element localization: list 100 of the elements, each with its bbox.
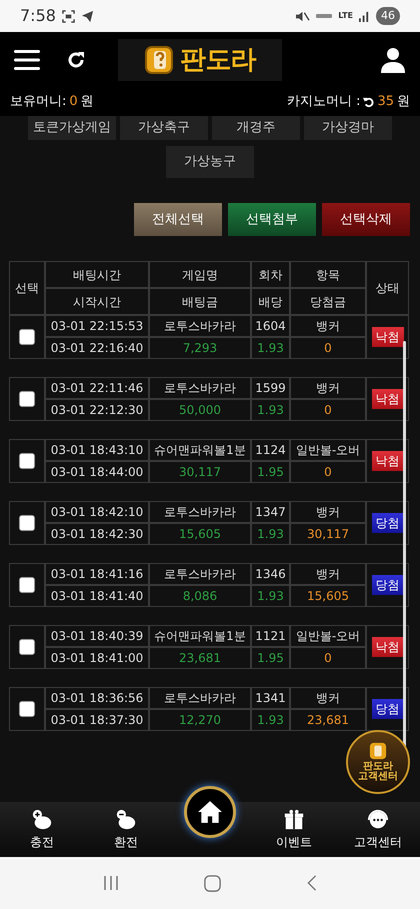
table-cell: 30,117	[149, 461, 251, 483]
category-tab[interactable]: 토큰가상게임	[28, 116, 116, 140]
table-cell: 일반볼-오버	[290, 439, 366, 461]
table-cell: 03-01 18:41:40	[45, 585, 149, 607]
question-box-icon	[369, 742, 387, 760]
checkbox[interactable]	[19, 329, 35, 345]
column-header: 시작시간	[45, 288, 149, 315]
table-cell: 03-01 22:15:53	[45, 315, 149, 337]
checkbox[interactable]	[19, 639, 35, 655]
table-cell: 1.93	[251, 337, 290, 359]
nav-item[interactable]: 환전	[84, 802, 168, 857]
mute-icon	[295, 10, 310, 22]
refresh-icon[interactable]	[66, 50, 86, 70]
checkbox[interactable]	[19, 515, 35, 531]
table-cell: 뱅커	[290, 687, 366, 709]
casino-money-amount: 35	[377, 93, 394, 112]
table-cell: 15,605	[149, 523, 251, 545]
status-badge: 낙첨	[372, 451, 404, 471]
table-cell: 1.93	[251, 585, 290, 607]
category-tab[interactable]: 가상농구	[166, 146, 254, 178]
category-tab[interactable]: 가상축구	[120, 116, 208, 140]
recent-apps-icon[interactable]	[102, 874, 120, 892]
battery-level: 46	[376, 6, 400, 26]
status-badge: 낙첨	[372, 637, 404, 657]
balance-label: 보유머니:	[10, 93, 66, 112]
status-badge: 당첨	[372, 699, 404, 719]
home-button[interactable]	[184, 786, 236, 838]
table-cell: 7,293	[149, 337, 251, 359]
support-badge[interactable]: 판도라 고객센터	[346, 730, 410, 794]
nav-item[interactable]: 이벤트	[252, 802, 336, 857]
table-cell: 로투스바카라	[149, 377, 251, 399]
table-cell: 23,681	[290, 709, 366, 731]
checkbox[interactable]	[19, 701, 35, 717]
gift-icon	[283, 808, 305, 830]
status-badge: 당첨	[372, 513, 404, 533]
table-cell: 1121	[251, 625, 290, 647]
table-cell: 뱅커	[290, 377, 366, 399]
table-cell: 0	[290, 399, 366, 421]
checkbox[interactable]	[19, 391, 35, 407]
headset-chat-icon	[367, 808, 389, 830]
table-cell: 03-01 18:42:10	[45, 501, 149, 523]
table-cell: 뱅커	[290, 501, 366, 523]
checkbox[interactable]	[19, 577, 35, 593]
casino-money-label: 카지노머니 :	[286, 93, 360, 112]
attach-button[interactable]: 선택첨부	[228, 203, 316, 236]
signal-icon	[359, 10, 370, 22]
table-cell: 1599	[251, 377, 290, 399]
home-icon[interactable]	[202, 874, 222, 892]
column-header: 항목	[290, 261, 366, 288]
nav-item[interactable]: 충전	[0, 802, 84, 857]
column-header: 배당	[251, 288, 290, 315]
table-cell: 03-01 18:41:16	[45, 563, 149, 585]
home-icon	[197, 799, 223, 825]
column-header: 상태	[366, 261, 409, 315]
table-cell: 03-01 18:42:30	[45, 523, 149, 545]
table-cell: 0	[290, 461, 366, 483]
screenshot-icon	[62, 10, 75, 22]
table-cell: 15,605	[290, 585, 366, 607]
logo[interactable]: 판도라	[118, 39, 282, 81]
table-cell: 1346	[251, 563, 290, 585]
piggy-bank-minus-icon	[115, 808, 137, 830]
category-tab[interactable]: 가상경마	[304, 116, 392, 140]
table-cell: 뱅커	[290, 315, 366, 337]
table-cell: 03-01 18:36:56	[45, 687, 149, 709]
currency-unit: 원	[397, 93, 410, 112]
table-cell: 1.95	[251, 647, 290, 669]
select-all-button[interactable]: 전체선택	[134, 203, 222, 236]
table-cell: 1604	[251, 315, 290, 337]
table-cell: 일반볼-오버	[290, 625, 366, 647]
refresh-icon[interactable]	[363, 96, 374, 108]
currency-unit: 원	[80, 93, 94, 112]
user-icon[interactable]	[380, 47, 406, 73]
table-cell: 03-01 18:41:00	[45, 647, 149, 669]
table-cell: 03-01 18:40:39	[45, 625, 149, 647]
delete-button[interactable]: 선택삭제	[322, 203, 410, 236]
category-tab[interactable]: 개경주	[212, 116, 300, 140]
column-header: 배팅시간	[45, 261, 149, 288]
menu-icon[interactable]	[14, 50, 40, 70]
status-badge: 낙첨	[372, 389, 404, 409]
nav-item[interactable]: 고객센터	[336, 802, 420, 857]
table-cell: 슈어맨파워볼1분	[149, 439, 251, 461]
table-cell: 03-01 18:43:10	[45, 439, 149, 461]
telegram-icon	[80, 10, 94, 22]
table-cell: 1347	[251, 501, 290, 523]
back-icon[interactable]	[304, 874, 318, 892]
table-cell: 1.93	[251, 709, 290, 731]
table-cell: 로투스바카라	[149, 687, 251, 709]
piggy-bank-plus-icon	[31, 808, 53, 830]
table-cell: 1341	[251, 687, 290, 709]
table-cell: 1.95	[251, 461, 290, 483]
checkbox[interactable]	[19, 453, 35, 469]
table-cell: 03-01 22:11:46	[45, 377, 149, 399]
table-cell: 로투스바카라	[149, 315, 251, 337]
table-cell: 로투스바카라	[149, 501, 251, 523]
table-cell: 뱅커	[290, 563, 366, 585]
table-cell: 50,000	[149, 399, 251, 421]
table-cell: 8,086	[149, 585, 251, 607]
status-time: 7:58	[20, 5, 56, 27]
column-header: 선택	[9, 261, 45, 315]
table-cell: 로투스바카라	[149, 563, 251, 585]
